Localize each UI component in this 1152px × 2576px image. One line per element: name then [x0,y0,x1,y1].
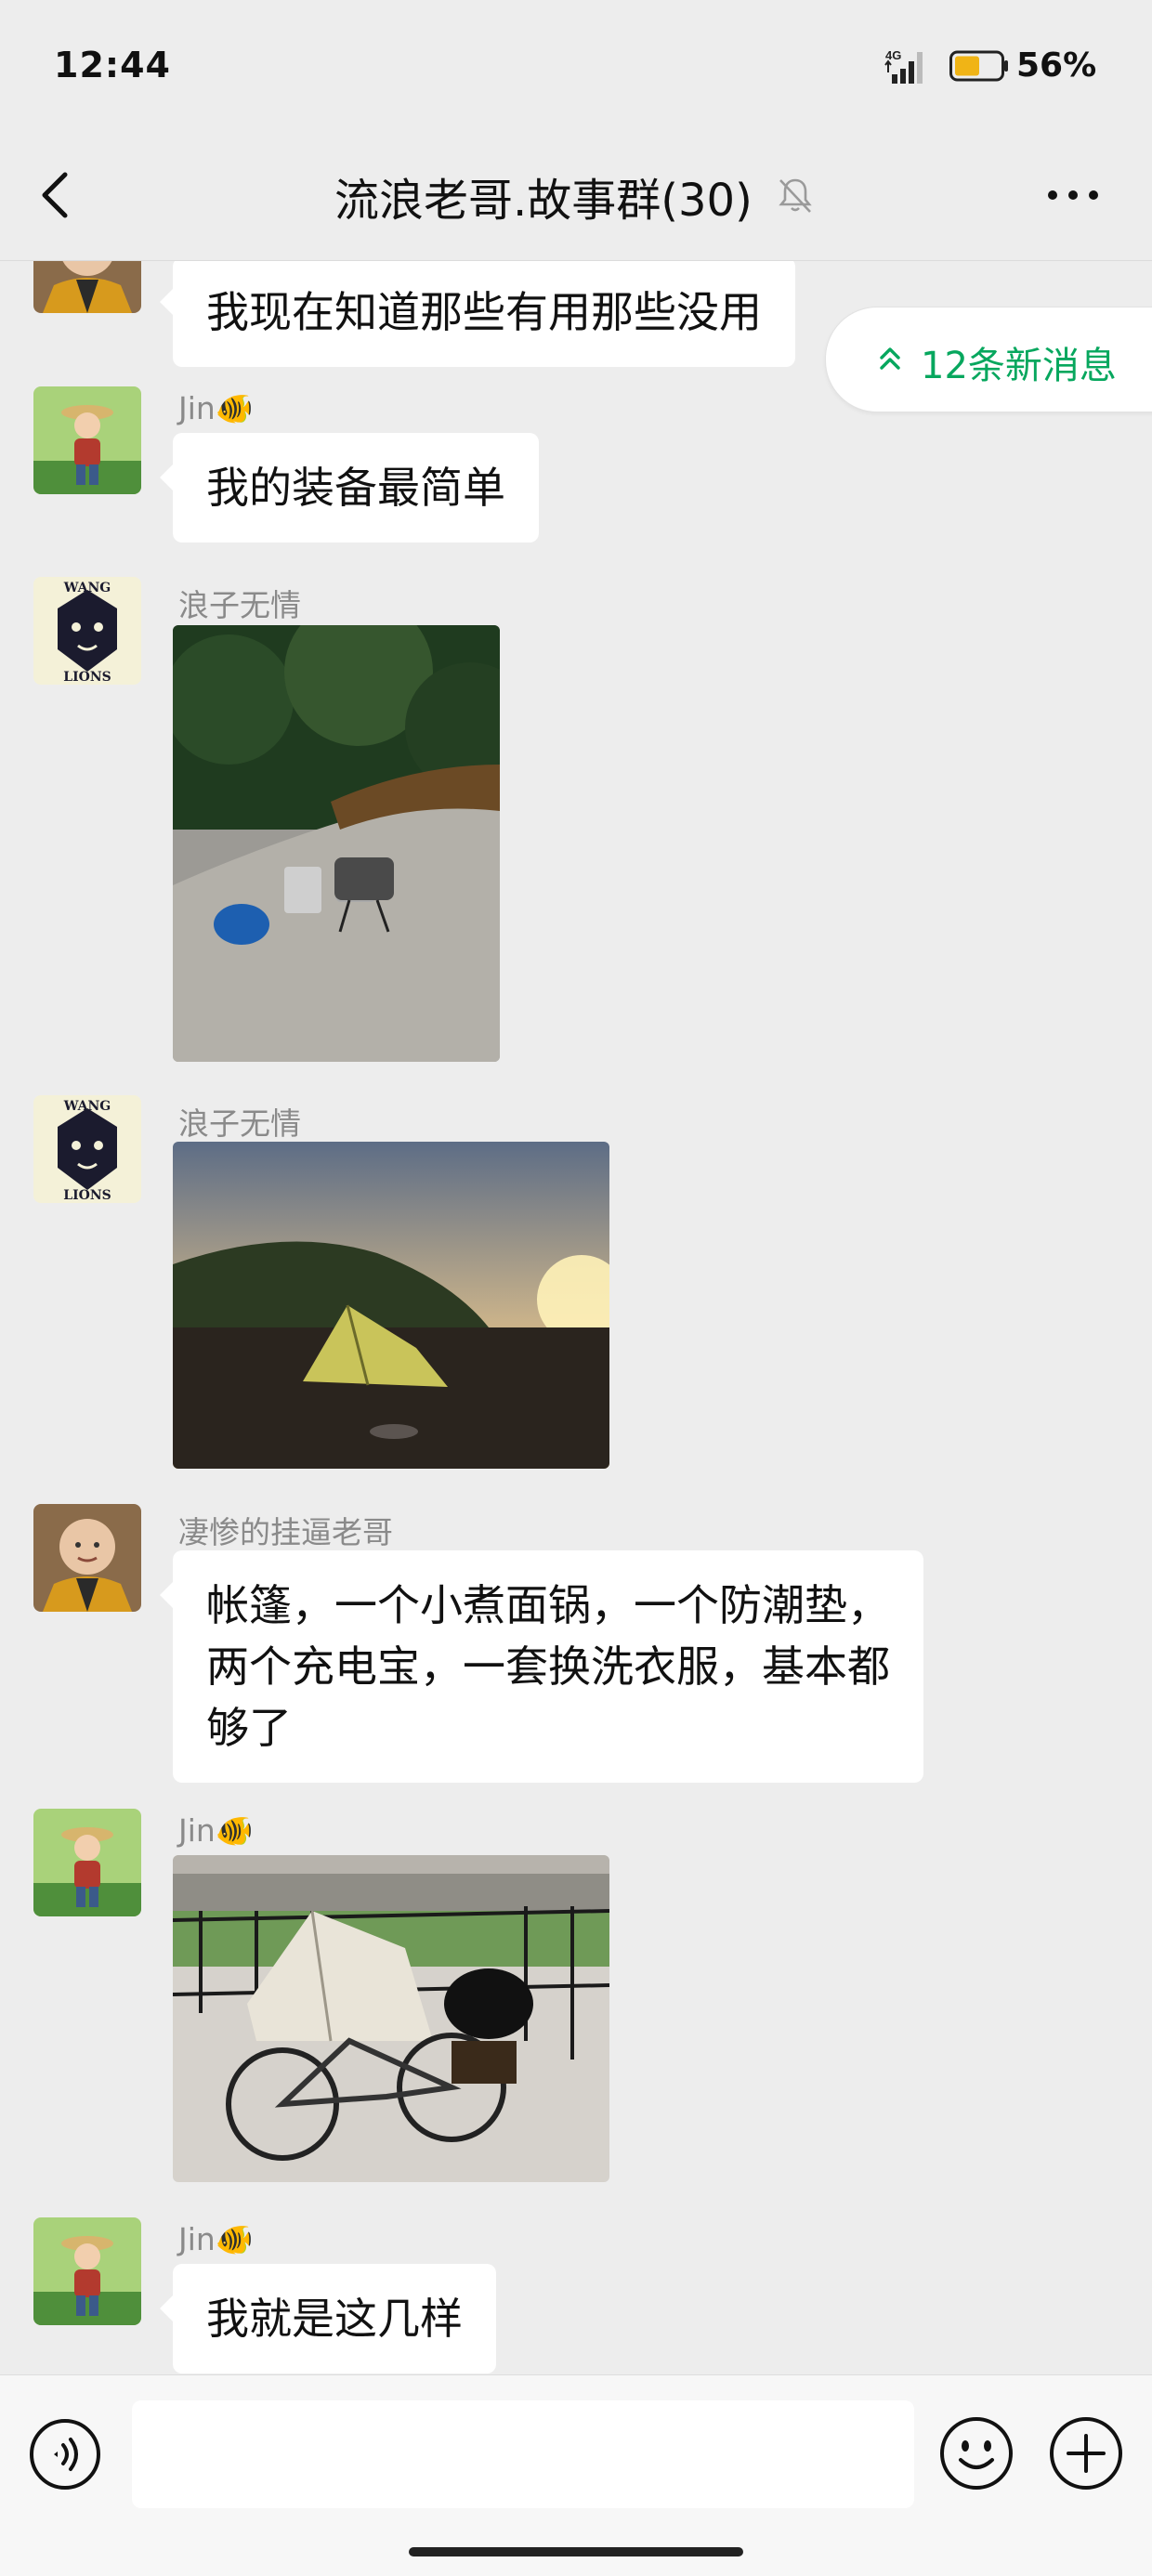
battery-icon [949,50,1008,82]
boy-avatar[interactable] [33,2217,141,2325]
message-bubble[interactable]: 我就是这几样 [160,2264,496,2373]
message-text-line: 两个充电宝，一套换洗衣服，基本都 [206,1641,890,1692]
svg-text:LIONS: LIONS [63,670,111,685]
sender-name: 凄惨的挂逼老哥 [178,1514,393,1550]
sender-name: Jin🐠 [178,2221,254,2257]
network-type-label: 4G [885,48,901,62]
back-arrow-icon[interactable] [37,169,74,221]
double-chevron-up-icon [880,347,900,370]
chat-title: 流浪老哥.故事群(30) [334,175,753,227]
monk-avatar[interactable] [33,1504,141,1612]
message-text: 我的装备最简单 [206,463,505,513]
message-input[interactable] [132,2400,914,2508]
lion-avatar[interactable]: WANG LIONS [33,1095,141,1203]
sender-name: 浪子无情 [178,587,301,623]
lion-avatar[interactable]: WANG LIONS [33,577,141,685]
message-bubble[interactable]: 我现在知道那些有用那些没用 [160,261,795,367]
monk-avatar[interactable] [33,261,141,313]
tent-sunset-photo[interactable] [173,1142,609,1469]
message-bubble[interactable]: 我的装备最简单 [160,433,539,543]
new-messages-button[interactable]: 12条新消息 [825,307,1152,412]
emoji-icon[interactable] [938,2415,1015,2491]
message-text-line: 帐篷，一个小煮面锅，一个防潮垫， [206,1580,890,1630]
boy-avatar[interactable] [33,1809,141,1916]
bicycle-tent-photo[interactable] [173,1855,609,2182]
chat-message-list[interactable]: 我现在知道那些有用那些没用 Jin🐠 我的装备最简单 WANG LIONS 浪子… [0,261,1152,2374]
cellular-signal-icon: 4G [884,48,923,84]
svg-text:WANG: WANG [63,581,111,595]
message-text: 我现在知道那些有用那些没用 [206,287,762,337]
message-bubble[interactable]: 帐篷，一个小煮面锅，一个防潮垫， 两个充电宝，一套换洗衣服，基本都 够了 [160,1550,923,1783]
message-text: 我就是这几样 [206,2294,463,2344]
sender-name: 浪子无情 [178,1105,301,1142]
sender-name: Jin🐠 [178,390,254,426]
message-text-line: 够了 [206,1703,292,1753]
svg-text:WANG: WANG [63,1099,111,1114]
muted-bell-icon [779,178,812,213]
more-options-icon[interactable] [1046,182,1100,208]
status-bar: 12:44 4G 56% [0,0,1152,139]
boy-avatar[interactable] [33,386,141,494]
home-indicator[interactable] [409,2547,743,2556]
svg-text:LIONS: LIONS [63,1188,111,1203]
plus-icon[interactable] [1048,2415,1124,2491]
status-time: 12:44 [54,45,171,85]
sender-name: Jin🐠 [178,1812,254,1849]
camping-stove-photo[interactable] [173,625,500,1062]
battery-percentage: 56% [1016,46,1097,85]
voice-icon[interactable] [28,2417,102,2491]
new-messages-label: 12条新消息 [921,345,1117,387]
